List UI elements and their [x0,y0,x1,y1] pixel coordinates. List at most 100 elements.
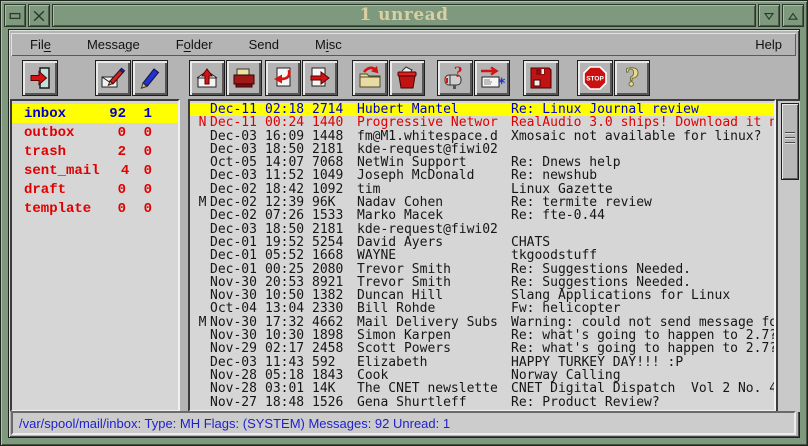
message-subject: Re: fte-0.44 [511,209,774,222]
move-to-folder-button[interactable] [352,60,388,96]
message-subject: CNET Digital Dispatch Vol 2 No. 48 [511,382,774,395]
message-time: 19:52 [265,236,305,249]
message-row[interactable]: MNov-3017:324662Mail Delivery SubsWarnin… [190,316,774,329]
folder-row-inbox[interactable]: inbox921 [12,104,178,123]
message-flag [198,302,207,315]
message-sender: David Ayers [357,236,499,249]
folder-row-draft[interactable]: draft00 [12,180,178,199]
message-subject: tkgoodstuff [511,249,774,262]
message-subject [511,143,774,156]
message-row[interactable]: Dec-0119:525254David AyersCHATS [190,236,774,249]
edit-button[interactable] [132,60,168,96]
message-flag: N [198,116,207,129]
message-sender: Trevor Smith [357,263,499,276]
menu-item-misc[interactable]: Misc [315,37,342,52]
message-row[interactable]: Dec-0207:261533Marko MacekRe: fte-0.44 [190,209,774,222]
message-row[interactable]: Nov-2803:0114KThe CNET newsletteCNET Dig… [190,382,774,395]
message-sender: Duncan Hill [357,289,499,302]
message-row[interactable]: Nov-2805:181843CookNorway Calling [190,369,774,382]
message-subject: Warning: could not send message for past [511,316,774,329]
message-row[interactable]: Dec-1102:182714Hubert MantelRe: Linux Jo… [190,103,774,116]
message-row[interactable]: NDec-1100:241440Progressive NetworRealAu… [190,116,774,129]
maximize-button[interactable] [782,4,804,27]
message-sender: Joseph McDonald [357,169,499,182]
message-row[interactable]: MDec-0212:3996KNadav CohenRe: termite re… [190,196,774,209]
message-sender: NetWin Support [357,156,499,169]
message-row[interactable]: Nov-2718:481526Gena ShurtleffRe: Product… [190,396,774,409]
message-sender: Bill Rohde [357,302,499,315]
titlebar: 1 unread [4,4,804,27]
message-row[interactable]: Dec-0105:521668WAYNEtkgoodstuff [190,249,774,262]
menu-item-help[interactable]: Help [755,37,782,52]
message-time: 18:48 [265,396,305,409]
message-size: 8921 [312,276,344,289]
folder-row-sent_mail[interactable]: sent_mail40 [12,161,178,180]
message-row[interactable]: Dec-0100:252080Trevor SmithRe: Suggestio… [190,263,774,276]
delete-button[interactable] [389,60,425,96]
message-row[interactable]: Dec-0316:091448fm@M1.whitespace.dXmosaic… [190,130,774,143]
message-flag [198,143,207,156]
message-row[interactable]: Oct-0413:042330Bill RohdeFw: helicopter [190,302,774,315]
message-time: 05:52 [265,249,305,262]
message-time: 00:25 [265,263,305,276]
shade-button[interactable] [758,4,780,27]
window-menu-button[interactable] [4,4,26,27]
message-subject: CHATS [511,236,774,249]
message-size: 1533 [312,209,344,222]
print-button[interactable] [226,60,262,96]
message-row[interactable]: Dec-0218:421092timLinux Gazette [190,183,774,196]
menu-item-folder[interactable]: Folder [176,37,213,52]
message-sender: Trevor Smith [357,276,499,289]
message-subject: Re: termite review [511,196,774,209]
menu-item-message[interactable]: Message [87,37,140,52]
message-size: 96K [312,196,344,209]
message-date: Oct-04 [210,302,258,315]
message-row[interactable]: Dec-0318:502181kde-request@fiwi02 [190,143,774,156]
help-button[interactable]: ? [614,60,650,96]
message-flag [198,329,207,342]
message-row[interactable]: Dec-0311:521049Joseph McDonaldRe: newshu… [190,169,774,182]
reply-button[interactable] [265,60,301,96]
message-list-scrollbar[interactable] [776,99,800,412]
message-flag [198,356,207,369]
message-list: Dec-1102:182714Hubert MantelRe: Linux Jo… [188,99,776,412]
message-flag: M [198,316,207,329]
close-button[interactable] [28,4,50,27]
forward-button[interactable] [302,60,338,96]
check-mail-button[interactable]: ? [437,60,473,96]
message-row[interactable]: Dec-0318:502181kde-request@fiwi02 [190,223,774,236]
message-row[interactable]: Nov-3010:501382Duncan HillSlang Applicat… [190,289,774,302]
message-row[interactable]: Nov-3020:538921Trevor SmithRe: Suggestio… [190,276,774,289]
message-date: Dec-01 [210,236,258,249]
save-button[interactable] [523,60,559,96]
message-time: 18:42 [265,183,305,196]
folder-name: inbox [12,106,92,122]
message-time: 10:30 [265,329,305,342]
message-size: 4662 [312,316,344,329]
menu-item-file[interactable]: File [30,37,51,52]
message-subject: Slang Applications for Linux [511,289,774,302]
compose-button[interactable] [95,60,131,96]
folder-row-trash[interactable]: trash20 [12,142,178,161]
scrollbar-grip [785,132,795,145]
folder-row-template[interactable]: template00 [12,199,178,218]
message-date: Dec-01 [210,263,258,276]
message-subject: Re: Linux Journal review [511,103,774,116]
message-date: Dec-02 [210,183,258,196]
message-flag [198,183,207,196]
stop-button[interactable]: STOP [577,60,613,96]
message-row[interactable]: Oct-0514:077068NetWin SupportRe: Dnews h… [190,156,774,169]
folder-row-outbox[interactable]: outbox00 [12,123,178,142]
svg-text:?: ? [625,65,639,91]
exit-button[interactable] [22,60,58,96]
title-strip[interactable]: 1 unread [52,4,756,27]
send-queued-button[interactable]: * [474,60,510,96]
message-date: Nov-29 [210,342,258,355]
message-row[interactable]: Dec-0311:43592ElizabethHAPPY TURKEY DAY!… [190,356,774,369]
message-row[interactable]: Nov-2902:172458Scott PowersRe: what's go… [190,342,774,355]
retrieve-mail-button[interactable] [189,60,225,96]
message-row[interactable]: Nov-3010:301898Simon KarpenRe: what's go… [190,329,774,342]
svg-text:?: ? [454,65,462,81]
scrollbar-thumb[interactable] [781,103,799,180]
menu-item-send[interactable]: Send [249,37,279,52]
